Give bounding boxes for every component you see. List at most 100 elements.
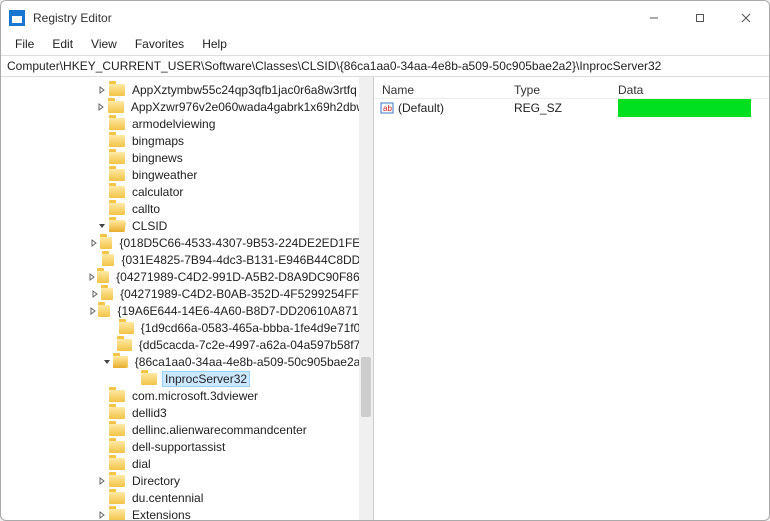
titlebar[interactable]: Registry Editor [1, 1, 769, 35]
tree-node[interactable]: {031E4825-7B94-4dc3-B131-E946B44C8DD5} [7, 251, 373, 268]
tree-node[interactable]: dellid3 [7, 404, 373, 421]
tree-label[interactable]: {04271989-C4D2-991D-A5B2-D8A9DC90F86F} [114, 270, 373, 284]
tree-node[interactable]: bingweather [7, 166, 373, 183]
caret-closed-icon[interactable] [89, 290, 100, 298]
caret-open-icon[interactable] [101, 358, 114, 366]
menubar: File Edit View Favorites Help [1, 35, 769, 55]
tree-label[interactable]: {19A6E644-14E6-4A60-B8D7-DD20610A871D} [115, 304, 373, 318]
caret-closed-icon[interactable] [95, 477, 109, 485]
tree-label[interactable]: AppXztymbw55c24qp3qfb1jac0r6a8w3rtfq [130, 83, 359, 97]
folder-icon [109, 509, 125, 521]
col-header-data[interactable]: Data [618, 83, 769, 97]
list-row[interactable]: ab (Default) REG_SZ [374, 99, 769, 117]
folder-icon [109, 169, 125, 181]
menu-edit[interactable]: Edit [44, 35, 81, 55]
caret-closed-icon[interactable] [95, 511, 109, 519]
tree-node[interactable]: bingmaps [7, 132, 373, 149]
address-bar[interactable]: Computer\HKEY_CURRENT_USER\Software\Clas… [1, 55, 769, 77]
tree-label[interactable]: {031E4825-7B94-4dc3-B131-E946B44C8DD5} [119, 253, 373, 267]
tree-label[interactable]: Extensions [130, 508, 193, 521]
tree-node[interactable]: dellinc.alienwarecommandcenter [7, 421, 373, 438]
tree-panel[interactable]: AppXztymbw55c24qp3qfb1jac0r6a8w3rtfq AppX… [1, 77, 374, 520]
folder-icon [100, 237, 113, 249]
folder-icon [109, 203, 125, 215]
value-type: REG_SZ [514, 101, 618, 115]
tree-label[interactable]: {dd5cacda-7c2e-4997-a62a-04a597b58f76} [137, 338, 373, 352]
minimize-button[interactable] [631, 1, 677, 35]
col-header-name[interactable]: Name [374, 83, 514, 97]
tree-node[interactable]: {04271989-C4D2-991D-A5B2-D8A9DC90F86F} [7, 268, 373, 285]
folder-icon [98, 305, 110, 317]
tree-label[interactable]: {018D5C66-4533-4307-9B53-224DE2ED1FE6} [117, 236, 373, 250]
registry-editor-window: Registry Editor File Edit View Favorites… [0, 0, 770, 521]
folder-icon [109, 475, 125, 487]
tree-label[interactable]: callto [130, 202, 162, 216]
tree-label[interactable]: {1d9cd66a-0583-465a-bbba-1fe4d9e71f03} [139, 321, 373, 335]
caret-open-icon[interactable] [95, 222, 109, 230]
folder-icon [109, 84, 125, 96]
value-name: (Default) [398, 101, 514, 115]
caret-closed-icon[interactable] [95, 86, 109, 94]
maximize-button[interactable] [677, 1, 723, 35]
tree-label[interactable]: bingweather [130, 168, 199, 182]
caret-closed-icon[interactable] [89, 239, 100, 247]
menu-favorites[interactable]: Favorites [127, 35, 192, 55]
tree-scrollbar[interactable] [359, 77, 373, 520]
string-value-icon: ab [380, 101, 394, 115]
tree-label[interactable]: CLSID [130, 219, 169, 233]
tree-node[interactable]: Directory [7, 472, 373, 489]
tree-node[interactable]: CLSID [7, 217, 373, 234]
tree-label[interactable]: com.microsoft.3dviewer [130, 389, 260, 403]
folder-icon [101, 288, 114, 300]
tree-node[interactable]: du.centennial [7, 489, 373, 506]
folder-icon [109, 152, 125, 164]
tree-label[interactable]: bingnews [130, 151, 185, 165]
tree-label[interactable]: bingmaps [130, 134, 186, 148]
tree-node[interactable]: {018D5C66-4533-4307-9B53-224DE2ED1FE6} [7, 234, 373, 251]
tree-node[interactable]: bingnews [7, 149, 373, 166]
tree-label[interactable]: AppXzwr976v2e060wada4gabrk1x69h2dbwy [129, 100, 373, 114]
tree-label[interactable]: Directory [130, 474, 182, 488]
folder-icon [108, 101, 124, 113]
tree-label[interactable]: armodelviewing [130, 117, 217, 131]
col-header-type[interactable]: Type [514, 83, 618, 97]
tree-scrollbar-thumb[interactable] [361, 357, 371, 417]
tree-label[interactable]: du.centennial [130, 491, 205, 505]
tree-node[interactable]: com.microsoft.3dviewer [7, 387, 373, 404]
caret-closed-icon[interactable] [86, 273, 97, 281]
folder-icon [109, 407, 125, 419]
caret-closed-icon[interactable] [94, 103, 108, 111]
menu-file[interactable]: File [7, 35, 42, 55]
folder-icon [109, 458, 125, 470]
tree-node[interactable]: armodelviewing [7, 115, 373, 132]
menu-view[interactable]: View [83, 35, 125, 55]
app-icon [9, 10, 25, 26]
tree-node[interactable]: AppXzwr976v2e060wada4gabrk1x69h2dbwy [7, 98, 373, 115]
tree-label[interactable]: dell-supportassist [130, 440, 227, 454]
tree-node[interactable]: calculator [7, 183, 373, 200]
tree-label[interactable]: calculator [130, 185, 185, 199]
tree-label[interactable]: dellinc.alienwarecommandcenter [130, 423, 309, 437]
tree-label[interactable]: dial [130, 457, 153, 471]
tree-node[interactable]: {19A6E644-14E6-4A60-B8D7-DD20610A871D} [7, 302, 373, 319]
tree-label[interactable]: dellid3 [130, 406, 169, 420]
caret-closed-icon[interactable] [87, 307, 98, 315]
tree-node[interactable]: {86ca1aa0-34aa-4e8b-a509-50c905bae2a2} [7, 353, 373, 370]
tree-node[interactable]: InprocServer32 [7, 370, 373, 387]
tree-label[interactable]: {04271989-C4D2-B0AB-352D-4F5299254FFE} [118, 287, 373, 301]
tree-node[interactable]: {dd5cacda-7c2e-4997-a62a-04a597b58f76} [7, 336, 373, 353]
tree-node[interactable]: {04271989-C4D2-B0AB-352D-4F5299254FFE} [7, 285, 373, 302]
tree-node[interactable]: {1d9cd66a-0583-465a-bbba-1fe4d9e71f03} [7, 319, 373, 336]
svg-text:ab: ab [383, 104, 392, 113]
menu-help[interactable]: Help [194, 35, 235, 55]
list-header: Name Type Data [374, 77, 769, 99]
tree-node[interactable]: dell-supportassist [7, 438, 373, 455]
tree-node[interactable]: Extensions [7, 506, 373, 520]
window-controls [631, 1, 769, 35]
close-button[interactable] [723, 1, 769, 35]
tree-node[interactable]: AppXztymbw55c24qp3qfb1jac0r6a8w3rtfq [7, 81, 373, 98]
tree-node[interactable]: callto [7, 200, 373, 217]
tree-node[interactable]: dial [7, 455, 373, 472]
tree-label[interactable]: InprocServer32 [162, 371, 250, 387]
tree-label[interactable]: {86ca1aa0-34aa-4e8b-a509-50c905bae2a2} [133, 355, 373, 369]
